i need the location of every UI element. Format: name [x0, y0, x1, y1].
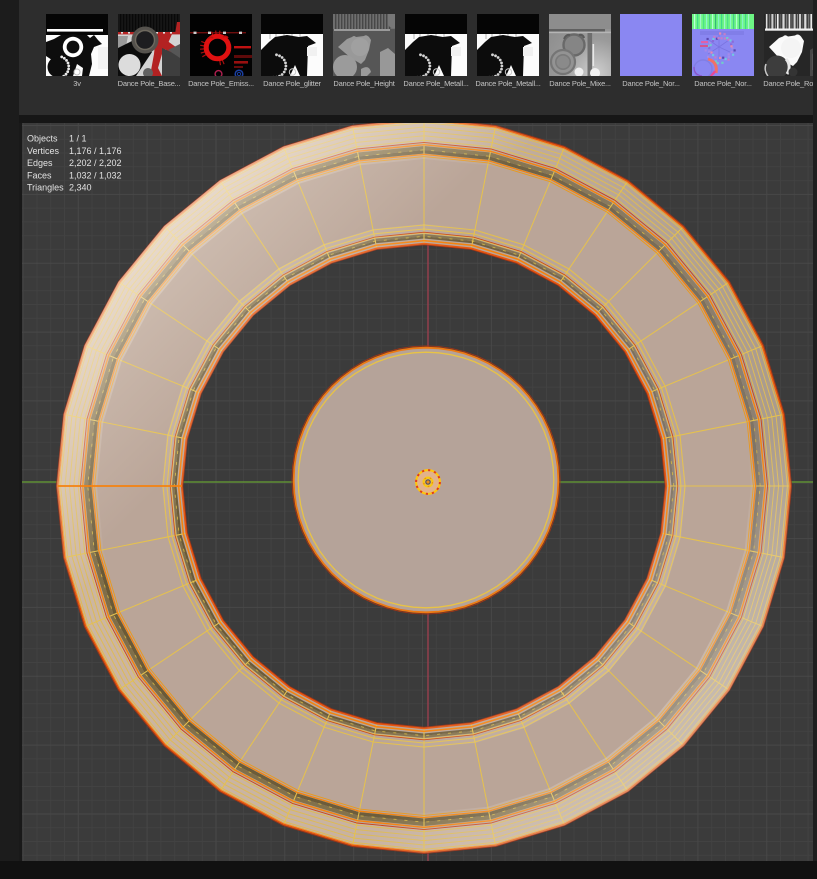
svg-text:Objects: Objects: [27, 134, 58, 144]
svg-text:Triangles: Triangles: [27, 183, 64, 193]
svg-text:Faces: Faces: [27, 170, 52, 180]
svg-text:Vertices: Vertices: [27, 146, 60, 156]
svg-text:2,340: 2,340: [69, 183, 92, 193]
svg-text:Edges: Edges: [27, 158, 53, 168]
svg-text:1 / 1: 1 / 1: [69, 134, 87, 144]
svg-text:1,032 / 1,032: 1,032 / 1,032: [69, 170, 122, 180]
svg-text:1,176 / 1,176: 1,176 / 1,176: [69, 146, 122, 156]
svg-text:2,202 / 2,202: 2,202 / 2,202: [69, 158, 122, 168]
